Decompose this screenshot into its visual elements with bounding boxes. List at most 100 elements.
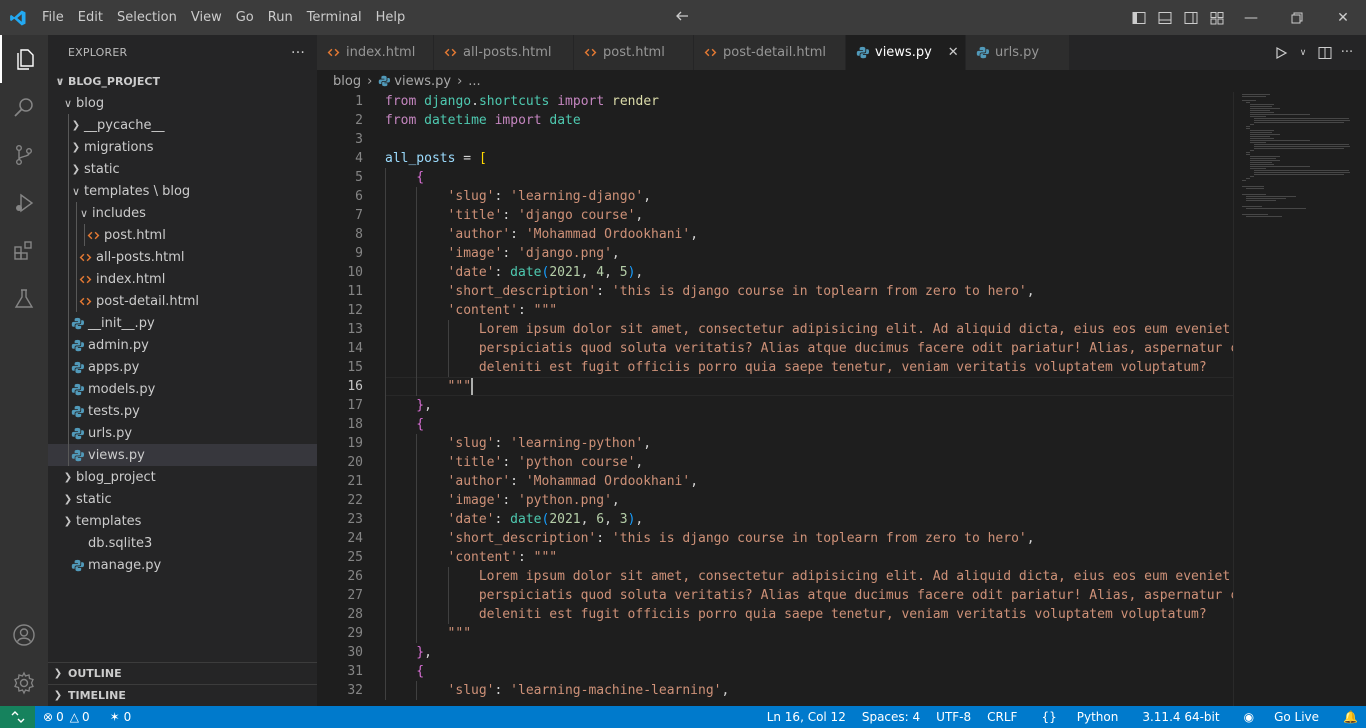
menu-view[interactable]: View [184,0,229,35]
project-root[interactable]: ∨ BLOG_PROJECT [48,70,317,92]
tree-folder[interactable]: ∨ templates \ blog [48,180,317,202]
back-arrow-icon[interactable] [674,8,690,28]
code-line[interactable]: 20 'title': 'python course', [317,453,1233,472]
editor-tab[interactable]: all-posts.html [434,35,574,70]
code-line[interactable]: 3 [317,130,1233,149]
close-window-icon[interactable]: ✕ [1320,0,1366,35]
indentation[interactable]: Spaces: 4 [854,710,928,724]
code-line[interactable]: 31 { [317,662,1233,681]
code-line[interactable]: 11 'short_description': 'this is django c… [317,282,1233,301]
source-control-icon[interactable] [0,131,48,179]
code-line[interactable]: 25 'content': """ [317,548,1233,567]
tree-folder[interactable]: ∨ includes [48,202,317,224]
close-tab-icon[interactable]: ✕ [948,45,959,60]
code-line[interactable]: 8 'author': 'Mohammad Ordookhani', [317,225,1233,244]
code-editor[interactable]: 1 from django.shortcuts import render 2 fro… [317,92,1233,706]
menu-run[interactable]: Run [261,0,300,35]
customize-layout-icon[interactable] [1204,10,1230,26]
menu-file[interactable]: File [35,0,71,35]
code-line[interactable]: 7 'title': 'django course', [317,206,1233,225]
editor-tab[interactable]: views.py ✕ [846,35,966,70]
tree-file[interactable]: manage.py [48,554,317,576]
cursor-position[interactable]: Ln 16, Col 12 [759,710,854,724]
code-line[interactable]: 32 'slug': 'learning-machine-learning', [317,681,1233,700]
code-line[interactable]: 26 Lorem ipsum dolor sit amet, consectetu… [317,567,1233,586]
toggle-panel-icon[interactable] [1152,10,1178,26]
code-line[interactable]: 13 Lorem ipsum dolor sit amet, consectetu… [317,320,1233,339]
problems-indicator[interactable]: ⊗ 0 △ 0 [43,710,90,724]
minimize-icon[interactable]: — [1228,0,1274,35]
editor-tab[interactable]: post.html [574,35,694,70]
close-tab-icon[interactable] [681,45,685,60]
menu-selection[interactable]: Selection [110,0,184,35]
more-editor-actions-icon[interactable]: ··· [1336,45,1358,60]
menu-terminal[interactable]: Terminal [300,0,369,35]
outline-section[interactable]: ❯ OUTLINE [48,662,317,684]
search-icon[interactable] [0,83,48,131]
tree-folder[interactable]: ❯ templates [48,510,317,532]
tree-folder[interactable]: ❯ static [48,158,317,180]
tree-folder[interactable]: ❯ migrations [48,136,317,158]
code-line[interactable]: 22 'image': 'python.png', [317,491,1233,510]
vertical-scrollbar[interactable] [1353,92,1366,706]
explorer-icon[interactable] [0,35,48,83]
extensions-icon[interactable] [0,227,48,275]
breadcrumb-folder[interactable]: blog [333,74,361,89]
python-interpreter[interactable]: 3.11.4 64-bit [1134,710,1227,724]
code-line[interactable]: 15 deleniti est fugit officiis porro quia… [317,358,1233,377]
encoding[interactable]: UTF-8 [928,710,979,724]
timeline-section[interactable]: ❯ TIMELINE [48,684,317,706]
tree-file[interactable]: post-detail.html [48,290,317,312]
tree-file[interactable]: views.py [48,444,317,466]
language-mode[interactable]: {} Python [1025,710,1134,724]
code-line[interactable]: 30}, [317,643,1233,662]
end-of-line[interactable]: CRLF [979,710,1025,724]
tree-file[interactable]: tests.py [48,400,317,422]
testing-flask-icon[interactable] [0,275,48,323]
code-line[interactable]: 19 'slug': 'learning-python', [317,434,1233,453]
menu-edit[interactable]: Edit [71,0,110,35]
tree-file[interactable]: post.html [48,224,317,246]
menu-go[interactable]: Go [229,0,261,35]
split-editor-icon[interactable] [1314,45,1336,61]
toggle-primary-sidebar-icon[interactable] [1126,10,1152,26]
code-line[interactable]: 29 """ [317,624,1233,643]
notifications-bell-icon[interactable]: 🔔 [1335,710,1366,724]
toggle-secondary-sidebar-icon[interactable] [1178,10,1204,26]
breadcrumb-symbols[interactable]: ... [468,74,480,89]
tree-file[interactable]: models.py [48,378,317,400]
tree-file[interactable]: __init__.py [48,312,317,334]
code-line[interactable]: 14 perspiciatis quod soluta veritatis? Al… [317,339,1233,358]
menu-help[interactable]: Help [369,0,413,35]
go-live-button[interactable]: ◉ Go Live [1228,710,1335,724]
restore-icon[interactable] [1274,0,1320,35]
minimap[interactable] [1233,92,1353,706]
close-tab-icon[interactable] [567,45,571,60]
tree-folder[interactable]: ❯ static [48,488,317,510]
more-actions-icon[interactable]: ··· [291,45,305,61]
code-line[interactable]: 5{ [317,168,1233,187]
run-dropdown-chevron-icon[interactable]: ∨ [1292,48,1314,58]
tree-folder[interactable]: ∨ blog [48,92,317,114]
manage-gear-icon[interactable] [0,659,48,707]
code-line[interactable]: 1 from django.shortcuts import render [317,92,1233,111]
tree-file[interactable]: apps.py [48,356,317,378]
tree-file[interactable]: db.sqlite3 [48,532,317,554]
editor-tab[interactable]: post-detail.html [694,35,846,70]
code-line[interactable]: 23 'date': date(2021, 6, 3), [317,510,1233,529]
code-line[interactable]: 2 from datetime import date [317,111,1233,130]
tree-folder[interactable]: ❯ blog_project [48,466,317,488]
code-line[interactable]: 12 'content': """ [317,301,1233,320]
code-line[interactable]: 18 { [317,415,1233,434]
code-line[interactable]: 24 'short_description': 'this is django c… [317,529,1233,548]
code-line[interactable]: 10 'date': date(2021, 4, 5), [317,263,1233,282]
accounts-icon[interactable] [0,611,48,659]
code-line[interactable]: 28 deleniti est fugit officiis porro quia… [317,605,1233,624]
close-tab-icon[interactable] [1055,45,1059,60]
tree-file[interactable]: admin.py [48,334,317,356]
tree-file[interactable]: all-posts.html [48,246,317,268]
code-line[interactable]: 4 all_posts = [ [317,149,1233,168]
run-debug-icon[interactable] [0,179,48,227]
editor-tab[interactable]: index.html [317,35,434,70]
tree-file[interactable]: index.html [48,268,317,290]
